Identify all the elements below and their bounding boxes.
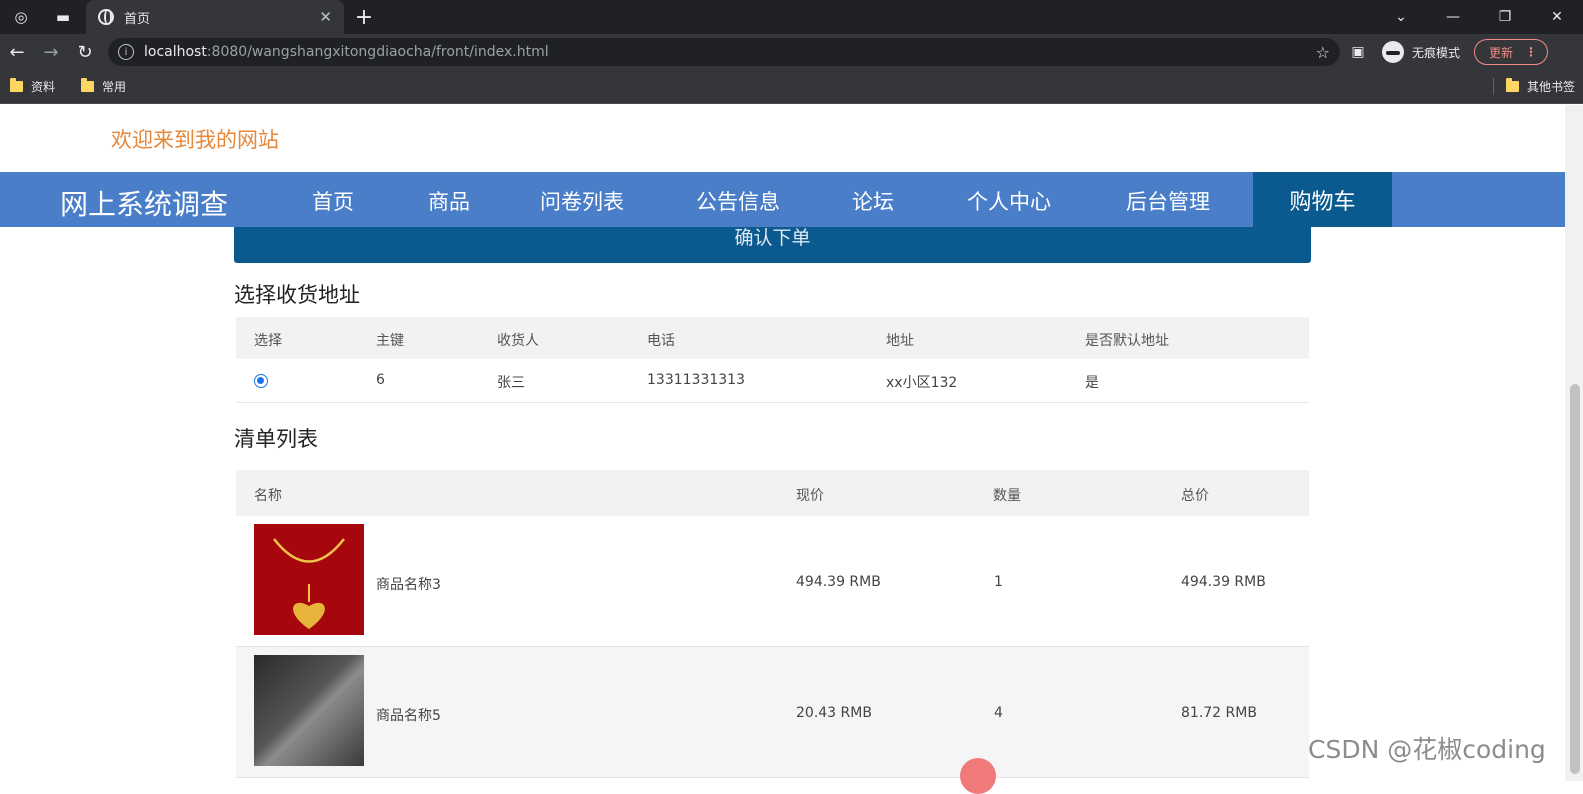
browser-tab[interactable]: 首页 ✕ xyxy=(86,0,344,34)
address-phone: 13311331313 xyxy=(647,372,745,388)
address-text: xx小区132 xyxy=(886,375,958,391)
site-info-icon[interactable]: i xyxy=(118,44,134,60)
close-tab-icon[interactable]: ✕ xyxy=(319,8,332,26)
update-button[interactable]: 更新 ⋮ xyxy=(1474,39,1549,65)
nav-personal-center[interactable]: 个人中心 xyxy=(967,186,1051,216)
browser-tab-strip: ◎ ▬ 首页 ✕ + ⌄ — ❐ ✕ xyxy=(0,0,1583,34)
col-select: 选择 xyxy=(254,333,282,349)
order-list-table: 名称 现价 数量 总价 商品名称3 494.39 RMB 1 494.39 RM… xyxy=(236,470,1309,778)
floating-action-button[interactable] xyxy=(960,758,996,794)
col-receiver: 收货人 xyxy=(497,333,539,349)
nav-forum[interactable]: 论坛 xyxy=(852,186,894,216)
item-total: 494.39 RMB xyxy=(1181,574,1266,590)
bookmarks-bar: 资料 常用 其他书签 xyxy=(0,70,1583,104)
nav-home[interactable]: 首页 xyxy=(312,186,354,216)
url-host: localhost xyxy=(144,44,207,60)
address-default: 是 xyxy=(1085,375,1099,391)
address-table: 选择 主键 收货人 电话 地址 是否默认地址 6 张三 13311331313 … xyxy=(236,317,1309,403)
address-section-title: 选择收货地址 xyxy=(234,283,360,307)
incognito-indicator: 无痕模式 xyxy=(1382,41,1460,63)
col-id: 主键 xyxy=(376,333,404,349)
other-bookmarks-label: 其他书签 xyxy=(1526,80,1575,94)
incognito-label: 无痕模式 xyxy=(1412,45,1461,60)
item-total: 81.72 RMB xyxy=(1181,705,1257,721)
site-brand: 网上系统调查 xyxy=(60,188,229,221)
browser-toolbar: ← → ↻ i localhost :8080/wangshangxitongd… xyxy=(0,34,1583,70)
col-default: 是否默认地址 xyxy=(1085,333,1169,349)
bookmark-star-icon[interactable]: ☆ xyxy=(1316,43,1330,62)
address-row: 6 张三 13311331313 xx小区132 是 xyxy=(236,359,1309,403)
nav-announcements[interactable]: 公告信息 xyxy=(696,186,780,216)
site-navbar: 网上系统调查 首页 商品 问卷列表 公告信息 论坛 个人中心 后台管理 购物车 xyxy=(0,172,1565,227)
other-bookmarks[interactable]: 其他书签 xyxy=(1492,78,1575,95)
side-panel-icon[interactable]: ▣ xyxy=(1340,44,1376,60)
watermark-text: CSDN @花椒coding xyxy=(1308,735,1546,764)
product-image[interactable] xyxy=(254,655,364,766)
list-item: 商品名称3 494.39 RMB 1 494.39 RMB xyxy=(236,516,1309,647)
col-qty: 数量 xyxy=(993,488,1021,504)
reload-button[interactable]: ↻ xyxy=(68,42,102,63)
bookmark-label: 常用 xyxy=(102,80,127,94)
bookmark-folder-ziliao[interactable]: 资料 xyxy=(10,78,55,95)
restore-button[interactable]: ❐ xyxy=(1479,9,1531,25)
item-price: 494.39 RMB xyxy=(796,574,881,590)
list-table-header: 名称 现价 数量 总价 xyxy=(236,470,1309,516)
col-price: 现价 xyxy=(796,488,824,504)
item-name: 商品名称3 xyxy=(376,577,441,593)
address-bar[interactable]: i localhost :8080/wangshangxitongdiaocha… xyxy=(108,38,1340,66)
tab-favicon-icon xyxy=(98,9,114,25)
address-table-header: 选择 主键 收货人 电话 地址 是否默认地址 xyxy=(236,317,1309,359)
nav-cart[interactable]: 购物车 xyxy=(1253,172,1392,227)
col-total: 总价 xyxy=(1181,488,1209,504)
page-scrollbar-thumb[interactable] xyxy=(1570,384,1580,774)
product-image[interactable] xyxy=(254,524,364,635)
address-receiver: 张三 xyxy=(497,375,525,391)
url-path: :8080/wangshangxitongdiaocha/front/index… xyxy=(206,44,549,60)
bookmark-label: 资料 xyxy=(31,80,56,94)
incognito-icon xyxy=(1382,41,1404,63)
confirm-order-button[interactable]: 确认下单 xyxy=(234,227,1311,263)
welcome-text: 欢迎来到我的网站 xyxy=(111,128,279,152)
item-qty: 4 xyxy=(994,705,1003,721)
tab-list-chevron-icon[interactable]: ⌄ xyxy=(1375,9,1427,25)
folder-icon xyxy=(1505,78,1519,92)
folder-icon xyxy=(81,78,95,92)
tab-search-icon[interactable]: ▬ xyxy=(42,0,84,34)
address-id: 6 xyxy=(376,372,385,388)
col-phone: 电话 xyxy=(647,333,675,349)
list-section-title: 清单列表 xyxy=(234,427,318,451)
back-button[interactable]: ← xyxy=(0,42,34,63)
new-tab-button[interactable]: + xyxy=(344,5,384,30)
nav-products[interactable]: 商品 xyxy=(428,186,470,216)
close-window-button[interactable]: ✕ xyxy=(1531,9,1583,25)
list-item: 商品名称5 20.43 RMB 4 81.72 RMB xyxy=(236,647,1309,778)
col-name: 名称 xyxy=(254,488,282,504)
nav-surveys[interactable]: 问卷列表 xyxy=(540,186,624,216)
item-price: 20.43 RMB xyxy=(796,705,872,721)
forward-button[interactable]: → xyxy=(34,42,68,63)
item-name: 商品名称5 xyxy=(376,708,441,724)
globe-icon[interactable]: ◎ xyxy=(0,0,42,34)
menu-kebab-icon: ⋮ xyxy=(1525,45,1538,59)
minimize-button[interactable]: — xyxy=(1427,9,1479,25)
item-qty: 1 xyxy=(994,574,1003,590)
update-label: 更新 xyxy=(1489,45,1514,60)
address-radio[interactable] xyxy=(254,374,268,388)
bookmark-folder-changyong[interactable]: 常用 xyxy=(81,78,126,95)
nav-admin[interactable]: 后台管理 xyxy=(1126,186,1210,216)
folder-icon xyxy=(10,78,23,92)
tab-title: 首页 xyxy=(124,11,151,27)
col-address: 地址 xyxy=(886,333,914,349)
